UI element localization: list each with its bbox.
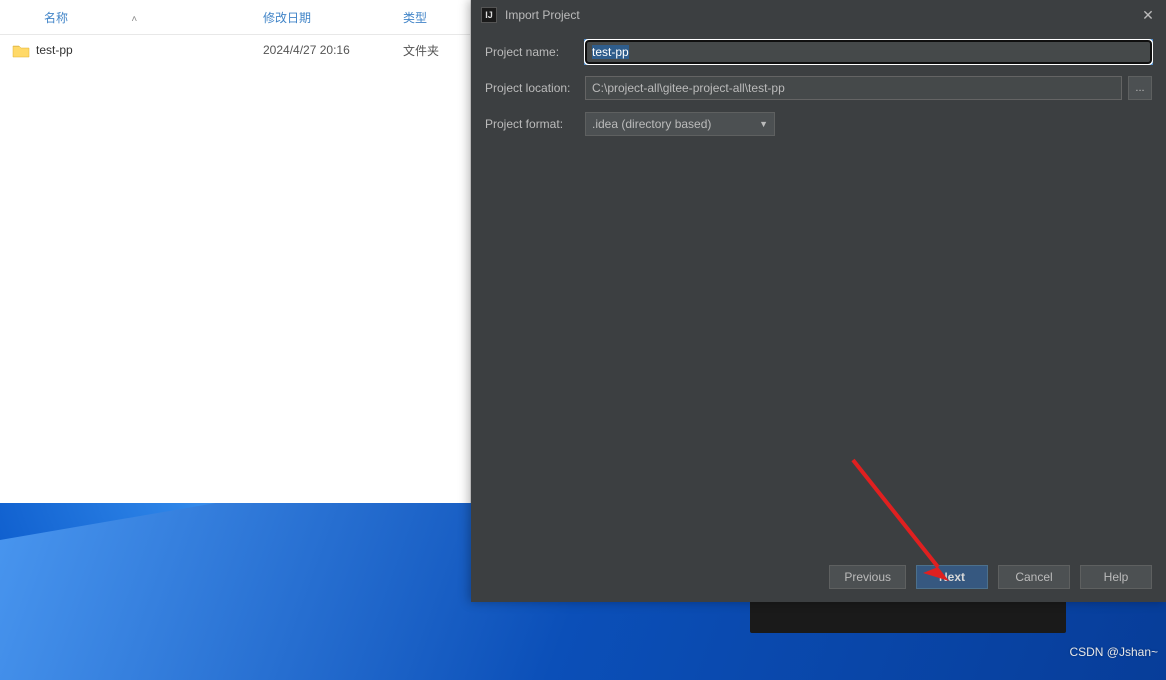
sort-asc-icon: ˄ — [131, 14, 137, 25]
chevron-down-icon: ▼ — [759, 119, 768, 129]
dialog-footer: Previous Next Cancel Help — [471, 562, 1166, 602]
browse-button[interactable]: ... — [1128, 76, 1152, 100]
help-button[interactable]: Help — [1080, 565, 1152, 589]
project-format-value: .idea (directory based) — [592, 117, 711, 131]
file-type: 文件夹 — [393, 42, 462, 59]
import-project-dialog: IJ Import Project ✕ Project name: Projec… — [471, 0, 1166, 602]
column-header-name[interactable]: 名称 ˄ — [8, 9, 253, 26]
project-name-input[interactable] — [585, 40, 1152, 64]
folder-icon — [12, 43, 30, 57]
column-header-date[interactable]: 修改日期 — [253, 9, 393, 26]
file-explorer-window: 名称 ˄ 修改日期 类型 test-pp 2024/4/27 20:16 文件夹 — [0, 0, 471, 503]
cancel-button[interactable]: Cancel — [998, 565, 1070, 589]
dialog-titlebar[interactable]: IJ Import Project ✕ — [471, 0, 1166, 30]
dialog-body: Project name: Project location: ... Proj… — [471, 30, 1166, 562]
dialog-title: Import Project — [505, 8, 580, 22]
file-name: test-pp — [36, 43, 73, 57]
project-location-input[interactable] — [585, 76, 1122, 100]
project-location-label: Project location: — [485, 81, 585, 95]
previous-button[interactable]: Previous — [829, 565, 906, 589]
project-format-select[interactable]: .idea (directory based) ▼ — [585, 112, 775, 136]
close-icon[interactable]: ✕ — [1134, 4, 1162, 26]
intellij-icon: IJ — [481, 7, 497, 23]
file-date: 2024/4/27 20:16 — [253, 43, 393, 57]
project-format-label: Project format: — [485, 117, 585, 131]
column-header-type[interactable]: 类型 — [393, 9, 462, 26]
watermark: CSDN @Jshan~ — [1069, 645, 1158, 659]
project-name-label: Project name: — [485, 45, 585, 59]
explorer-column-headers: 名称 ˄ 修改日期 类型 — [0, 0, 470, 35]
next-button[interactable]: Next — [916, 565, 988, 589]
file-row[interactable]: test-pp 2024/4/27 20:16 文件夹 — [0, 35, 470, 65]
